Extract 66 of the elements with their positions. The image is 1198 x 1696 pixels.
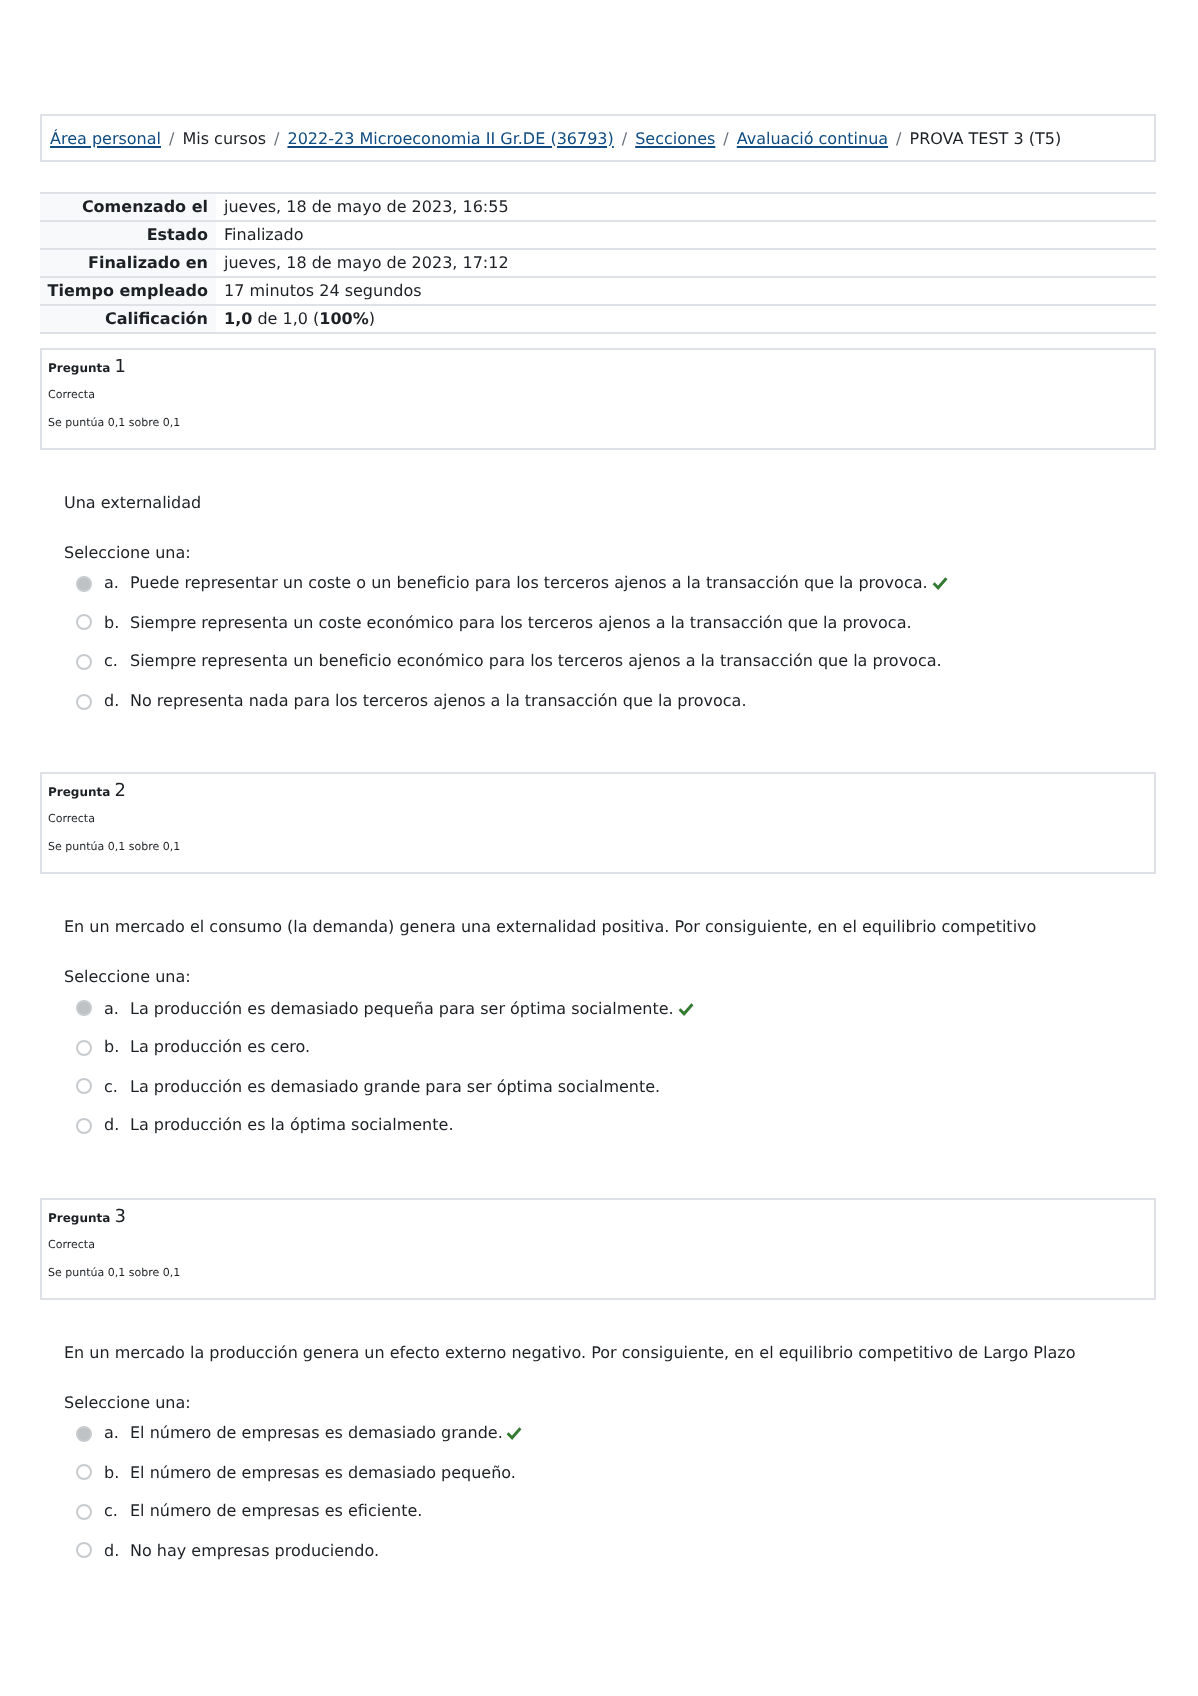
summary-label: Finalizado en — [40, 249, 216, 277]
summary-label: Calificación — [40, 305, 216, 333]
radio-button[interactable] — [76, 1464, 92, 1481]
option-letter: a. — [104, 999, 121, 1018]
option-text: Siempre representa un coste económico para los terceros ajenos a la transacción que la provoca. — [130, 613, 912, 632]
option-letter: a. — [104, 574, 121, 593]
breadcrumb-separator: / — [723, 129, 729, 147]
option-text: No hay empresas produciendo. — [130, 1541, 380, 1560]
option-letter: d. — [104, 1116, 122, 1135]
question-number: 3 — [114, 1207, 126, 1228]
breadcrumb-link[interactable]: Área personal — [50, 129, 161, 147]
radio-button[interactable] — [76, 1542, 92, 1559]
option-letter: d. — [104, 1541, 122, 1560]
summary-label: Tiempo empleado — [40, 277, 216, 305]
summary-label: Estado — [40, 221, 216, 249]
radio-button[interactable] — [76, 1117, 92, 1134]
radio-button[interactable] — [76, 614, 92, 631]
option-text: Puede representar un coste o un beneficio para los terceros ajenos a la transacción que la provoca. — [130, 574, 928, 593]
breadcrumb-link[interactable]: Avaluació continua — [736, 129, 889, 147]
question-number: 1 — [114, 358, 126, 378]
breadcrumb-separator: / — [274, 129, 280, 147]
option-letter: b. — [104, 1038, 122, 1057]
option-text: La producción es demasiado pequeña para ser óptima socialmente. — [130, 999, 674, 1018]
breadcrumb-link[interactable]: 2022-23 Microeconomia II Gr.DE (36793) — [287, 129, 614, 147]
option-text: La producción es la óptima socialmente. — [130, 1116, 454, 1135]
breadcrumb-text: PROVA TEST 3 (T5) — [909, 129, 1062, 147]
option-text: El número de empresas es demasiado grande. — [130, 1424, 503, 1443]
option-text: La producción es demasiado grande para ser óptima socialmente. — [130, 1077, 661, 1096]
radio-button[interactable] — [76, 1425, 92, 1442]
radio-button[interactable] — [76, 1078, 92, 1095]
breadcrumb-text: Mis cursos — [182, 129, 267, 147]
option-letter: b. — [104, 613, 122, 632]
radio-button[interactable] — [76, 1503, 92, 1520]
breadcrumb-separator: / — [896, 129, 902, 147]
option-text: El número de empresas es eficiente. — [130, 1502, 423, 1521]
option-text: La producción es cero. — [130, 1038, 311, 1057]
summary-value: 17 minutos 24 segundos — [216, 277, 1156, 305]
radio-button[interactable] — [76, 653, 92, 670]
option-text: No representa nada para los terceros ajenos a la transacción que la provoca. — [130, 692, 747, 711]
question-text: En un mercado la producción genera un efecto externo negativo. Por consiguiente, en el equilibrio competitivo de Largo Plazo — [64, 1343, 1078, 1366]
option-letter: d. — [104, 692, 122, 711]
option-text: El número de empresas es demasiado pequeño. — [130, 1463, 516, 1482]
question-text: Una externalidad — [64, 494, 204, 516]
summary-value: jueves, 18 de mayo de 2023, 17:12 — [216, 249, 1156, 277]
option-letter: c. — [104, 1077, 120, 1096]
summary-value: jueves, 18 de mayo de 2023, 16:55 — [216, 193, 1156, 221]
radio-button[interactable] — [76, 575, 92, 592]
radio-button[interactable] — [76, 1039, 92, 1056]
breadcrumb-link[interactable]: Secciones — [635, 129, 716, 147]
option-letter: c. — [104, 652, 120, 671]
summary-value: Finalizado — [216, 221, 1156, 249]
radio-button[interactable] — [76, 693, 92, 710]
answer-prompt: Seleccione una: — [64, 544, 193, 562]
option-letter: c. — [104, 1502, 120, 1521]
option-text: Siempre representa un beneficio económico para los terceros ajenos a la transacción que la provoca. — [130, 652, 942, 671]
question-number: 2 — [114, 782, 126, 803]
breadcrumb-separator: / — [621, 129, 628, 147]
option-letter: a. — [104, 1424, 121, 1443]
radio-button[interactable] — [76, 1000, 92, 1017]
summary-label: Comenzado el — [40, 193, 216, 221]
option-letter: b. — [104, 1463, 122, 1482]
breadcrumb-separator: / — [169, 129, 175, 147]
summary-value: 1,0 de 1,0 (100%) — [216, 305, 1156, 333]
answer-prompt: Seleccione una: — [64, 968, 193, 987]
question-text: En un mercado el consumo (la demanda) genera una externalidad positiva. Por consiguiente, en el equilibrio competitivo — [64, 918, 1039, 941]
answer-prompt: Seleccione una: — [64, 1393, 193, 1412]
